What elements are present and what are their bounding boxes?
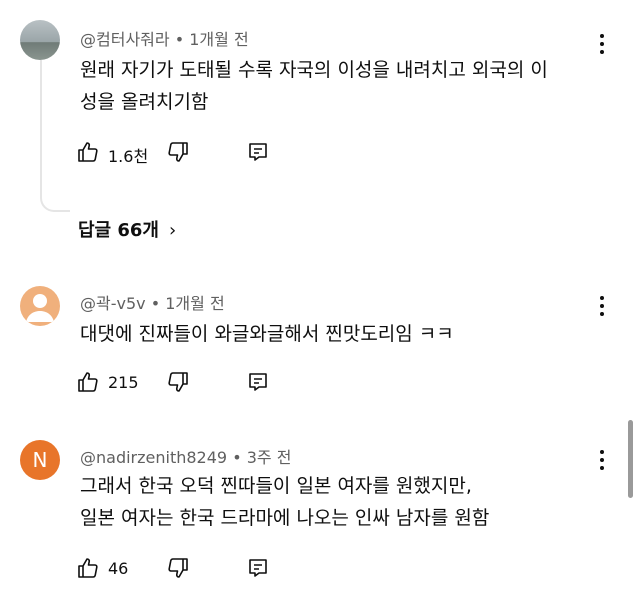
meta-separator: •: [232, 448, 242, 467]
person-icon: [26, 294, 54, 322]
reply-icon[interactable]: [246, 140, 270, 164]
dislike-icon[interactable]: [166, 140, 190, 164]
like-icon[interactable]: [76, 140, 100, 164]
like-count: 1.6천: [108, 147, 149, 166]
like-count: 215: [108, 373, 139, 392]
comment-actions: 1.6천: [76, 140, 306, 168]
more-actions-icon[interactable]: [594, 34, 610, 56]
comment-text: 그래서 한국 오덕 찐따들이 일본 여자를 원했지만, 일본 여자는 한국 드라…: [80, 470, 600, 534]
view-replies-button[interactable]: 답글 66개 ›: [78, 216, 176, 242]
comment-text: 원래 자기가 도태될 수록 자국의 이성을 내려치고 외국의 이 성을 올려치기…: [80, 54, 600, 118]
comment-text-line: 그래서 한국 오덕 찐따들이 일본 여자를 원했지만,: [80, 475, 472, 497]
comment-text-line: 대댓에 진짜들이 와글와글해서 찐맛도리임 ㅋㅋ: [80, 323, 454, 345]
like-icon[interactable]: [76, 370, 100, 394]
comment-text-line: 성을 올려치기함: [80, 91, 209, 113]
comment-author[interactable]: @곽-v5v: [80, 294, 146, 313]
meta-separator: •: [174, 30, 185, 49]
avatar[interactable]: N: [20, 440, 60, 480]
comment-text-line: 원래 자기가 도태될 수록 자국의 이성을 내려치고 외국의 이: [80, 59, 548, 81]
chevron-right-icon: ›: [169, 220, 177, 241]
comment-time[interactable]: 3주 전: [247, 448, 292, 467]
like-count: 46: [108, 559, 129, 578]
reply-icon[interactable]: [246, 370, 270, 394]
comment-actions: 46: [76, 556, 306, 584]
comment-meta: @컴터사줘라 • 1개월 전: [80, 26, 249, 50]
replies-label: 답글 66개: [78, 220, 159, 241]
comment-author[interactable]: @nadirzenith8249: [80, 448, 227, 467]
comment-text-line: 일본 여자는 한국 드라마에 나오는 인싸 남자를 원함: [80, 507, 490, 529]
avatar-letter: N: [32, 448, 48, 472]
avatar[interactable]: [20, 20, 60, 60]
dislike-icon[interactable]: [166, 556, 190, 580]
reply-icon[interactable]: [246, 556, 270, 580]
scrollbar-thumb[interactable]: [628, 420, 633, 498]
comment-meta: @nadirzenith8249 • 3주 전: [80, 444, 291, 468]
more-actions-icon[interactable]: [594, 450, 610, 472]
comment-actions: 215: [76, 370, 306, 398]
comment-time[interactable]: 1개월 전: [189, 30, 248, 49]
comment-time[interactable]: 1개월 전: [165, 294, 224, 313]
thread-line: [40, 60, 70, 212]
comment-text: 대댓에 진짜들이 와글와글해서 찐맛도리임 ㅋㅋ: [80, 318, 600, 350]
avatar[interactable]: [20, 286, 60, 326]
comment-meta: @곽-v5v • 1개월 전: [80, 290, 225, 314]
comment-author[interactable]: @컴터사줘라: [80, 30, 170, 49]
dislike-icon[interactable]: [166, 370, 190, 394]
more-actions-icon[interactable]: [594, 296, 610, 318]
meta-separator: •: [150, 294, 161, 313]
like-icon[interactable]: [76, 556, 100, 580]
